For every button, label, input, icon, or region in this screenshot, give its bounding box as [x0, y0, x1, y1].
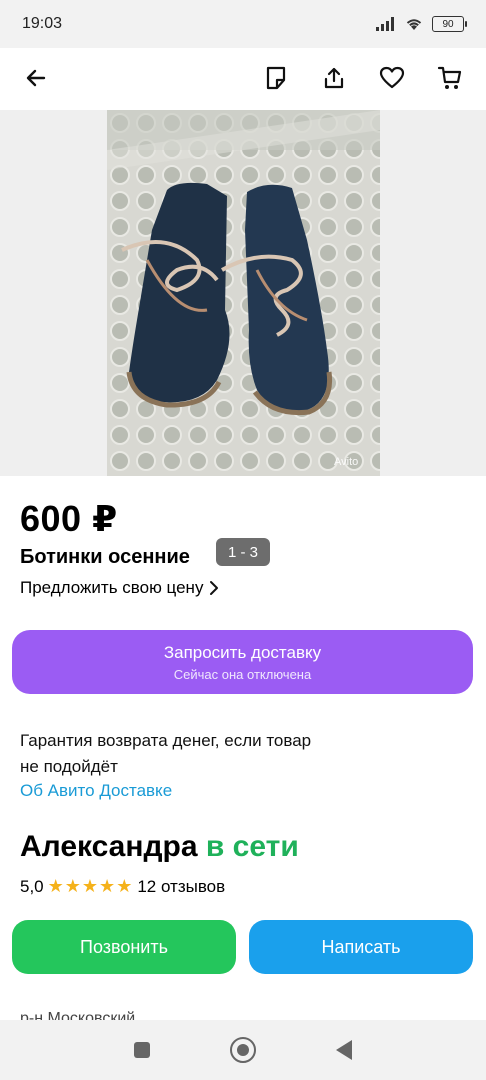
rating-value: 5,0	[20, 876, 44, 896]
avito-delivery-link[interactable]: Об Авито Доставке	[20, 781, 172, 801]
photo-counter: 1 - 3	[216, 538, 270, 566]
guarantee-line-1: Гарантия возврата денег, если товар	[20, 731, 312, 750]
note-icon	[266, 66, 286, 90]
status-bar: 19:03 90	[0, 0, 486, 48]
recents-button[interactable]	[134, 1042, 150, 1058]
cart-icon	[437, 66, 462, 89]
chevron-right-icon	[210, 581, 219, 595]
status-time: 19:03	[22, 15, 63, 32]
photo-gallery[interactable]: 1 - 3	[0, 110, 486, 566]
seller-name[interactable]: Александра в сети	[20, 830, 299, 864]
money-back-guarantee: Гарантия возврата денег, если товар не п…	[20, 728, 380, 780]
signal-icon	[376, 17, 394, 31]
product-photo[interactable]	[107, 110, 380, 476]
note-button[interactable]	[258, 60, 294, 96]
battery-icon: 90	[432, 16, 467, 32]
heart-icon	[379, 66, 405, 89]
wifi-icon	[406, 19, 422, 30]
listing-title: Ботинки осенние	[20, 546, 190, 568]
online-status: в сети	[205, 830, 299, 863]
battery-level: 90	[442, 18, 454, 30]
back-nav-button[interactable]	[336, 1040, 352, 1060]
arrow-left-icon	[26, 69, 46, 87]
write-button[interactable]: Написать	[249, 920, 473, 974]
delivery-button-sub: Сейчас она отключена	[173, 666, 312, 682]
status-icons: 90	[376, 16, 467, 32]
seller-rating[interactable]: 5,0 ★★★★★ 12 отзывов	[20, 876, 225, 897]
price: 600 ₽	[20, 498, 118, 539]
share-button[interactable]	[316, 60, 352, 96]
cart-button[interactable]	[432, 60, 468, 96]
reviews-count: 12 отзывов	[137, 876, 226, 896]
seller-name-text: Александра	[20, 830, 198, 863]
toolbar	[0, 48, 486, 108]
offer-price-label: Предложить свою цену	[20, 578, 204, 597]
request-delivery-button[interactable]: Запросить доставку Сейчас она отключена	[12, 630, 473, 694]
watermark: Avito	[334, 456, 359, 468]
call-button[interactable]: Позвонить	[12, 920, 236, 974]
favorite-button[interactable]	[374, 60, 410, 96]
delivery-button-label: Запросить доставку	[163, 642, 322, 662]
offer-price-link[interactable]: Предложить свою цену	[20, 578, 219, 598]
share-icon	[324, 67, 344, 89]
home-button[interactable]	[230, 1037, 256, 1063]
star-rating-icon: ★★★★★	[47, 876, 134, 896]
guarantee-line-2: не подойдёт	[20, 757, 118, 776]
home-icon	[237, 1044, 249, 1056]
system-nav-bar	[0, 1020, 486, 1080]
back-button[interactable]	[18, 60, 54, 96]
boots-image	[107, 110, 380, 476]
toolbar-actions	[258, 60, 468, 96]
